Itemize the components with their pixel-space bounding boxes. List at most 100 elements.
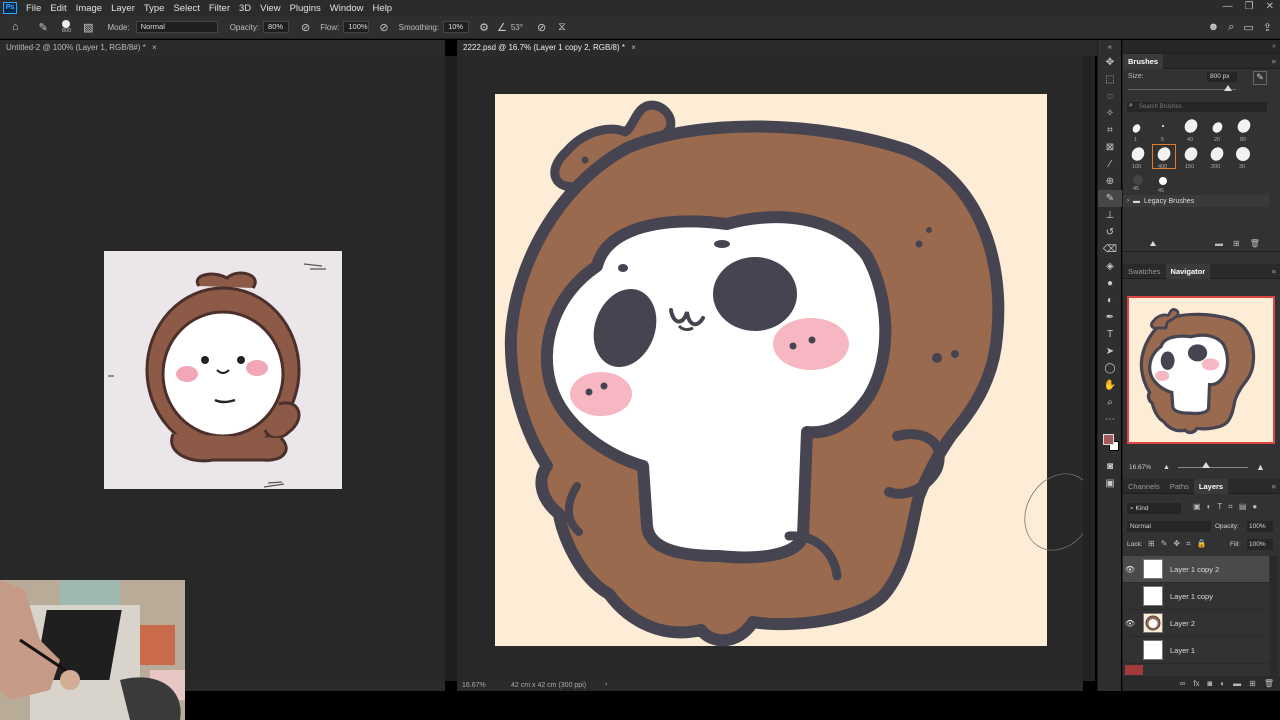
tab-untitled-2[interactable]: Untitled-2 @ 100% (Layer 1, RGB/8#) * × [0, 40, 445, 56]
tab-paths[interactable]: Paths [1165, 479, 1194, 494]
menu-edit[interactable]: Edit [50, 3, 66, 14]
new-folder-icon[interactable]: ▬ [1215, 239, 1223, 248]
brush-preset[interactable] [1208, 144, 1226, 164]
quick-mask-icon[interactable]: ◙ [1098, 458, 1122, 475]
more-tools-icon[interactable]: ⋯ [1098, 411, 1122, 428]
menu-plugins[interactable]: Plugins [290, 3, 321, 14]
filter-shape-icon[interactable]: ⌗ [1228, 502, 1233, 512]
menu-image[interactable]: Image [76, 3, 102, 14]
close-icon[interactable]: ✕ [1266, 1, 1274, 12]
navigator-zoom-readout[interactable]: 16.67% [1129, 464, 1151, 471]
delete-icon[interactable]: 🗑 [1250, 239, 1260, 248]
menu-type[interactable]: Type [144, 3, 165, 14]
home-icon[interactable]: ⌂ [12, 21, 19, 33]
minimize-icon[interactable]: — [1223, 1, 1233, 12]
adjustment-layer-icon[interactable]: ◐ [1220, 679, 1225, 688]
opacity-field[interactable]: 80% [263, 21, 290, 33]
menu-view[interactable]: View [260, 3, 280, 14]
document-divider[interactable] [445, 56, 457, 681]
clone-stamp-tool-icon[interactable]: ⊥ [1098, 207, 1122, 224]
delete-layer-icon[interactable]: 🗑 [1264, 679, 1274, 688]
vertical-scrollbar[interactable] [1083, 56, 1095, 681]
brush-size-slider-thumb[interactable] [1224, 85, 1232, 91]
screen-mode-icon[interactable]: ▣ [1098, 475, 1122, 492]
layer-name[interactable]: Layer 2 [1170, 619, 1195, 628]
brush-preset[interactable] [1236, 147, 1250, 161]
lock-position-icon[interactable]: ✥ [1173, 539, 1180, 549]
layer-row[interactable]: 👁 Layer 1 copy 2 [1123, 556, 1269, 583]
magic-wand-tool-icon[interactable]: ✧ [1098, 105, 1122, 122]
layer-effects-icon[interactable]: fx [1193, 679, 1199, 688]
layer-name[interactable]: Layer 1 copy [1170, 592, 1213, 601]
lock-artboard-icon[interactable]: ⌗ [1186, 539, 1191, 549]
share-icon[interactable]: ☻ [1208, 21, 1220, 34]
panel-menu-icon[interactable]: ≡ [1272, 482, 1276, 491]
panel-menu-icon[interactable]: ≡ [1272, 57, 1276, 66]
move-tool-icon[interactable]: ✥ [1098, 54, 1122, 71]
brush-search-input[interactable]: Search Brushes [1127, 102, 1267, 112]
brush-preset[interactable] [1182, 144, 1200, 164]
lock-image-icon[interactable]: ✎ [1161, 539, 1168, 549]
tab-layers[interactable]: Layers [1193, 478, 1229, 494]
brush-edit-icon[interactable]: ✎ [1253, 71, 1267, 85]
type-tool-icon[interactable]: T [1098, 326, 1122, 343]
new-brush-icon[interactable]: ⊞ [1233, 239, 1240, 248]
ellipse-tool-icon[interactable]: ◯ [1098, 360, 1122, 377]
layer-row[interactable]: Layer 1 copy [1123, 583, 1269, 610]
navigator-zoom-slider[interactable] [1177, 461, 1248, 468]
brush-preset[interactable] [1133, 175, 1143, 185]
frame-tool-icon[interactable]: ⊠ [1098, 139, 1122, 156]
brush-preset[interactable] [1131, 122, 1142, 135]
brush-preset[interactable] [1156, 174, 1170, 188]
dodge-tool-icon[interactable]: ◐ [1098, 292, 1122, 309]
menu-window[interactable]: Window [330, 3, 364, 14]
zoom-out-icon[interactable]: ▲ [1163, 464, 1170, 471]
filter-smart-object-icon[interactable]: ▤ [1239, 502, 1247, 512]
collapse-chevron-icon[interactable]: « [1098, 40, 1122, 54]
filter-pixel-icon[interactable]: ▣ [1193, 502, 1201, 512]
preview-slider-thumb[interactable] [1150, 241, 1156, 246]
panel-menu-icon[interactable]: ≡ [1272, 267, 1276, 276]
visibility-eye-icon[interactable]: 👁 [1123, 619, 1137, 628]
brush-size-field[interactable]: 800 px [1207, 72, 1237, 82]
layer-row[interactable]: 👁 Layer 2 [1123, 610, 1269, 637]
pen-tool-icon[interactable]: ✒ [1098, 309, 1122, 326]
menu-layer[interactable]: Layer [111, 3, 135, 14]
brush-preset[interactable] [1161, 124, 1165, 128]
airbrush-icon[interactable]: ⊘ [379, 21, 388, 34]
visibility-eye-icon[interactable]: 👁 [1123, 565, 1137, 574]
tab-brushes[interactable]: Brushes [1123, 53, 1164, 69]
menu-help[interactable]: Help [373, 3, 393, 14]
pressure-opacity-icon[interactable]: ⊘ [301, 21, 310, 34]
status-menu-chevron-icon[interactable]: › [605, 681, 607, 688]
navigator-preview[interactable] [1127, 296, 1275, 444]
panel-collapse-bar[interactable]: » [1123, 40, 1280, 54]
brush-size-slider[interactable] [1128, 89, 1236, 90]
right-canvas-svg[interactable] [457, 56, 1083, 681]
pressure-size-icon[interactable]: ⊘ [537, 21, 546, 34]
new-layer-icon[interactable]: ⊞ [1249, 679, 1256, 688]
navigator-zoom-slider-thumb[interactable] [1201, 461, 1210, 468]
link-layers-icon[interactable]: ∞ [1180, 679, 1186, 688]
smoothing-field[interactable]: 10% [443, 21, 470, 33]
brush-tool-icon[interactable]: ✎ [1098, 190, 1122, 207]
right-document-workspace[interactable] [457, 56, 1083, 681]
healing-brush-tool-icon[interactable]: ⊕ [1098, 173, 1122, 190]
layer-mask-icon[interactable]: ◙ [1207, 679, 1212, 688]
path-selection-tool-icon[interactable]: ➤ [1098, 343, 1122, 360]
layer-filter-select[interactable]: ⌕ Kind [1127, 503, 1181, 514]
symmetry-icon[interactable]: ⧖ [558, 21, 566, 34]
marquee-tool-icon[interactable]: ⬚ [1098, 71, 1122, 88]
lock-transparent-icon[interactable]: ⊞ [1148, 539, 1155, 549]
photoshop-logo-icon[interactable]: Ps [3, 2, 17, 14]
tab-close-icon[interactable]: × [152, 43, 157, 52]
layer-name[interactable]: Layer 1 [1170, 646, 1195, 655]
folder-chevron-icon[interactable]: › [1127, 198, 1129, 204]
zoom-in-icon[interactable]: ▲ [1256, 462, 1265, 472]
menu-file[interactable]: File [26, 3, 41, 14]
zoom-tool-icon[interactable]: ⌕ [1098, 394, 1122, 411]
blur-tool-icon[interactable]: ● [1098, 275, 1122, 292]
layer-opacity-field[interactable]: 100% [1247, 521, 1273, 532]
tab-channels[interactable]: Channels [1123, 479, 1165, 494]
menu-select[interactable]: Select [173, 3, 199, 14]
